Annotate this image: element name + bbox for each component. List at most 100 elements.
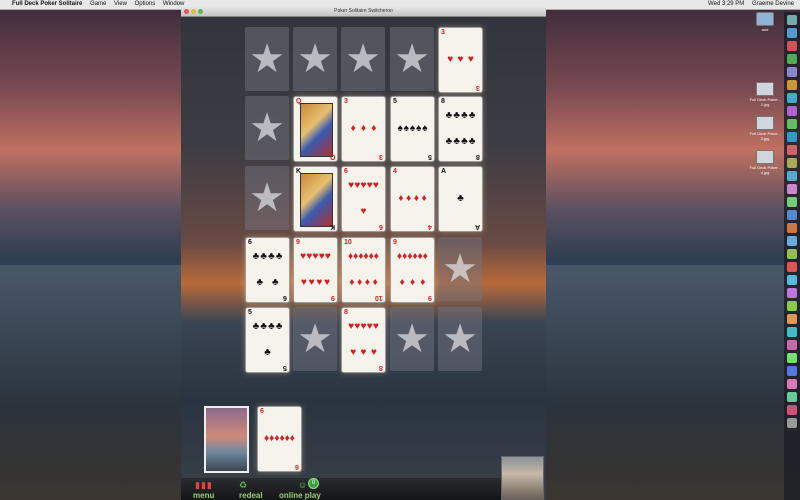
dock-app-icon[interactable] [787,275,797,285]
dock-app-icon[interactable] [787,223,797,233]
dock-app-icon[interactable] [787,418,797,428]
suit-pip-icon: ♦ [409,277,416,288]
dock-app-icon[interactable] [787,379,797,389]
playing-card[interactable]: A ♣ A [438,166,483,232]
suit-pip-icon: ♠ [397,123,403,134]
playing-card[interactable]: 8 ♥ ♥ ♥ ♥ ♥ ♥ ♥ ♥ 8 [341,307,386,373]
star-icon: ★ [442,247,478,291]
dock-app-icon[interactable] [787,41,797,51]
playing-card[interactable]: QQ [293,96,338,162]
dock-app-icon[interactable] [787,28,797,38]
dock-app-icon[interactable] [787,262,797,272]
suit-pip-icon: ♥ [312,251,319,262]
dock-app-icon[interactable] [787,54,797,64]
dock-app-icon[interactable] [787,236,797,246]
zoom-window-icon[interactable] [198,9,203,14]
dock-app-icon[interactable] [787,184,797,194]
suit-pip-icon: ♣ [275,321,283,332]
card-pips: ♦ ♦ ♦ ♦ ♦ ♦ [264,413,295,465]
close-window-icon[interactable] [184,9,189,14]
desktop-file-label: Full Deck Poker - 3.jpg [749,131,781,141]
playing-card[interactable]: 9 ♥ ♥ ♥ ♥ ♥ ♥ ♥ ♥ ♥ 9 [293,237,338,303]
playing-card[interactable]: 10 ♦ ♦ ♦ ♦ ♦ ♦ ♦ ♦ ♦ ♦ 10 [341,237,386,303]
player-avatar[interactable] [501,456,544,500]
dock-app-icon[interactable] [787,249,797,259]
dock-app-icon[interactable] [787,288,797,298]
suit-pip-icon: ♠ [403,123,409,134]
menu-game[interactable]: Game [90,1,106,7]
dock-app-icon[interactable] [787,353,797,363]
playing-card[interactable]: 6 ♥ ♥ ♥ ♥ ♥ ♥ 6 [341,166,386,232]
dock-app-icon[interactable] [787,197,797,207]
dock-app-icon[interactable] [787,340,797,350]
cards-menu-icon: ▮▮▮ [195,480,213,490]
dock-app-icon[interactable] [787,405,797,415]
suit-pip-icon: ♣ [457,193,464,204]
minimize-window-icon[interactable] [191,9,196,14]
menubar-clock[interactable]: Wed 3:29 PM [708,1,744,7]
desktop-file-icon[interactable]: Full Deck Poker - 2.jpg [745,82,785,107]
empty-slot[interactable]: ★ [438,237,482,301]
card-rank-bottom: 5 [283,364,287,371]
dock-app-icon[interactable] [787,15,797,25]
suit-pip-icon: ♦ [350,123,356,134]
dock-app-icon[interactable] [787,301,797,311]
dock-app-icon[interactable] [787,210,797,220]
dock-app-icon[interactable] [787,314,797,324]
playing-card[interactable]: 3 ♦ ♦ ♦ 3 [341,96,386,162]
menu-options[interactable]: Options [135,1,156,7]
playing-card[interactable]: 8 ♣ ♣ ♣ ♣ ♣ ♣ ♣ ♣ 8 [438,96,483,162]
dock-app-icon[interactable] [787,366,797,376]
empty-slot[interactable]: ★ [245,27,289,91]
empty-slot[interactable]: ★ [390,307,434,371]
card-pips: ♥ ♥ ♥ ♥ ♥ ♥ ♥ ♥ ♥ [300,244,331,296]
playing-card[interactable]: KK [293,166,338,232]
dock-app-icon[interactable] [787,93,797,103]
empty-slot[interactable]: ★ [245,96,289,160]
suit-pip-icon: ♦ [399,277,405,288]
star-icon: ★ [249,176,285,220]
desktop-folder-icon[interactable]: and [745,12,785,32]
dock-app-icon[interactable] [787,80,797,90]
dock-app-icon[interactable] [787,106,797,116]
empty-slot[interactable]: ★ [293,27,337,91]
empty-slot[interactable]: ★ [245,166,289,230]
window-title: Poker Solitaire Switcheroo [334,8,393,14]
playing-card[interactable]: 9 ♦ ♦ ♦ ♦ ♦ ♦ ♦ ♦ ♦ 9 [390,237,435,303]
empty-slot[interactable]: ★ [341,27,385,91]
suit-pip-icon: ♦ [420,277,426,288]
dock-app-icon[interactable] [787,158,797,168]
card-pips: ♦ ♦ ♦ ♦ ♦ ♦ ♦ ♦ ♦ [397,244,428,296]
card-rank-bottom: 6 [379,223,383,230]
playing-card[interactable]: 4 ♦ ♦ ♦ ♦ 4 [390,166,435,232]
window-titlebar[interactable]: Poker Solitaire Switcheroo [181,7,546,17]
dock-app-icon[interactable] [787,119,797,129]
dock-app-icon[interactable] [787,67,797,77]
dock-app-icon[interactable] [787,132,797,142]
menubar-status: Wed 3:29 PM Graeme Devine [702,0,794,9]
dock-app-icon[interactable] [787,171,797,181]
dock-app-icon[interactable] [787,327,797,337]
dock-app-icon[interactable] [787,145,797,155]
playing-card[interactable]: 3 ♥ ♥ ♥ 3 [438,27,483,93]
suit-pip-icon: ♠ [422,123,428,134]
dock-app-icon[interactable] [787,392,797,402]
drawn-card[interactable]: 6 ♦ ♦ ♦ ♦ ♦ ♦ 6 [257,406,302,472]
app-menu[interactable]: Full Deck Poker Solitaire [12,1,82,7]
empty-slot[interactable]: ★ [390,27,434,91]
suit-pip-icon: ♣ [453,110,460,121]
suit-pip-icon: ♣ [453,136,460,147]
card-pips: ♣ [445,173,476,225]
playing-card[interactable]: 5 ♠ ♠ ♠ ♠ ♠ 5 [390,96,435,162]
desktop-file-icon[interactable]: Full Deck Poker - 3.jpg [745,116,785,141]
suit-pip-icon: ♥ [306,251,313,262]
draw-pile[interactable] [204,406,249,473]
redeal-label: redeal [239,491,263,500]
empty-slot[interactable]: ★ [293,307,337,371]
playing-card[interactable]: 5 ♣ ♣ ♣ ♣ ♣ 5 [245,307,290,373]
empty-slot[interactable]: ★ [438,307,482,371]
menu-view[interactable]: View [114,1,127,7]
playing-card[interactable]: 6 ♣ ♣ ♣ ♣ ♣ ♣ 6 [245,237,290,303]
desktop-file-icon[interactable]: Full Deck Poker - 4.jpg [745,150,785,175]
menubar-user[interactable]: Graeme Devine [752,1,794,7]
